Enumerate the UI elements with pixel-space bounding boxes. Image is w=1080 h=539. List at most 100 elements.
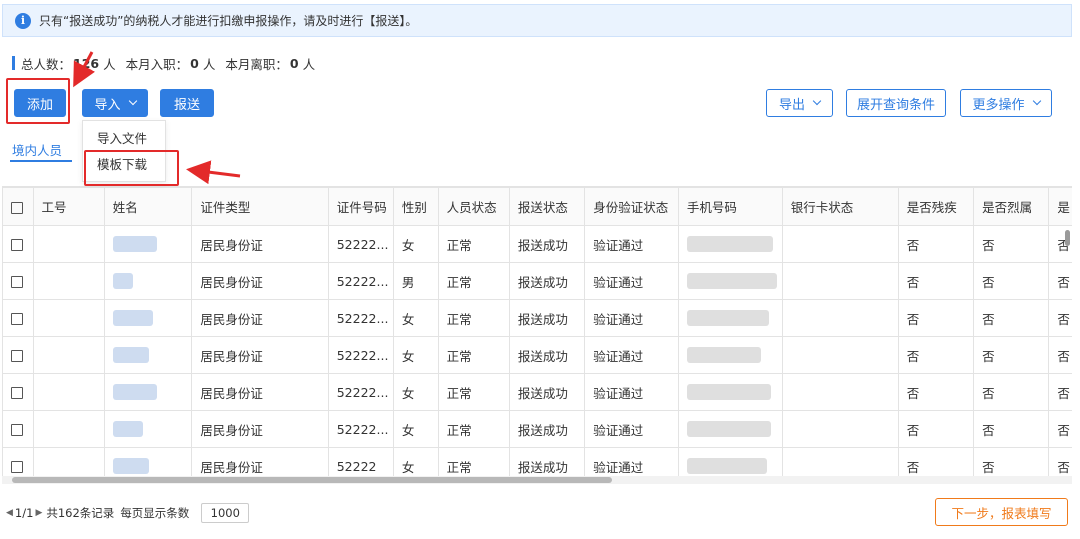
import-button[interactable]: 导入 xyxy=(82,89,148,117)
row-checkbox[interactable] xyxy=(2,336,34,374)
per-page-input[interactable]: 1000 xyxy=(201,503,250,523)
col-header[interactable]: 工号 xyxy=(32,187,105,226)
chevron-down-icon xyxy=(128,96,137,106)
triangle-right-icon[interactable]: ▶ xyxy=(35,508,42,518)
cell-staff-status: 正常 xyxy=(437,447,510,476)
cell-name xyxy=(103,410,193,448)
col-header[interactable]: 报送状态 xyxy=(508,187,586,226)
cell-submit-status: 报送成功 xyxy=(508,336,586,374)
cell-verify-status: 验证通过 xyxy=(584,447,679,476)
col-header[interactable]: 姓名 xyxy=(103,187,193,226)
cell-staff-status: 正常 xyxy=(437,373,510,411)
tab-domestic-staff[interactable]: 境内人员 xyxy=(12,140,62,159)
cell-bank-card-status xyxy=(781,225,899,263)
cell-submit-status: 报送成功 xyxy=(508,373,586,411)
table-row[interactable]: 居民身份证 52222... 女正常 报送成功 验证通过否否否 xyxy=(2,299,1072,337)
export-button[interactable]: 导出 xyxy=(766,89,833,117)
cell-gender: 女 xyxy=(392,299,439,337)
col-header[interactable]: 是否残疾 xyxy=(897,187,975,226)
cell-id-number: 52222... xyxy=(327,299,394,337)
table-row[interactable]: 居民身份证 52222... 女正常 报送成功 验证通过否否否 xyxy=(2,410,1072,448)
col-header[interactable]: 证件号码 xyxy=(327,187,394,226)
cell-id-type: 居民身份证 xyxy=(191,447,329,476)
redacted-phone xyxy=(686,273,777,290)
horizontal-scrollbar[interactable] xyxy=(2,476,1072,484)
export-label: 导出 xyxy=(778,97,805,113)
redacted-name xyxy=(112,421,143,438)
redacted-name xyxy=(112,310,153,327)
cell-id-type: 居民身份证 xyxy=(191,262,329,300)
cell-employee-no xyxy=(32,373,105,411)
cell-disabled: 否 xyxy=(897,336,975,374)
cell-id-number: 52222... xyxy=(327,336,394,374)
cell-employee-no xyxy=(32,299,105,337)
cell-disabled: 否 xyxy=(897,447,975,476)
notice-text: 只有“报送成功”的纳税人才能进行扣缴申报操作，请及时进行【报送】。 xyxy=(39,14,418,28)
cell-id-number: 52222... xyxy=(327,225,394,263)
select-all-checkbox[interactable] xyxy=(2,187,34,226)
menu-item-template-download[interactable]: 模板下载 xyxy=(83,152,165,178)
checkbox-icon xyxy=(11,313,23,325)
cell-phone xyxy=(677,410,783,448)
redacted-name xyxy=(112,347,149,364)
cell-id-type: 居民身份证 xyxy=(191,225,329,263)
cell-name xyxy=(103,299,193,337)
redacted-phone xyxy=(686,458,767,475)
cell-name xyxy=(103,225,193,263)
row-checkbox[interactable] xyxy=(2,262,34,300)
col-header[interactable]: 证件类型 xyxy=(191,187,329,226)
col-header[interactable]: 手机号码 xyxy=(677,187,783,226)
cell-phone xyxy=(677,336,783,374)
cell-name xyxy=(103,336,193,374)
table-row[interactable]: 居民身份证 52222... 男正常 报送成功 验证通过否否否 xyxy=(2,262,1072,300)
table-row[interactable]: 居民身份证 52222... 女正常 报送成功 验证通过否否否 xyxy=(2,373,1072,411)
cell-id-number: 52222 xyxy=(327,447,394,476)
col-header[interactable]: 是否烈属 xyxy=(973,187,1050,226)
col-header[interactable]: 身份验证状态 xyxy=(584,187,679,226)
table-row[interactable]: 居民身份证 52222... 女正常 报送成功 验证通过否否否 xyxy=(2,336,1072,374)
cell-id-type: 居民身份证 xyxy=(191,373,329,411)
next-step-button[interactable]: 下一步，报表填写 xyxy=(935,498,1068,526)
redacted-phone xyxy=(686,421,771,438)
menu-item-import-file[interactable]: 导入文件 xyxy=(83,126,165,152)
row-checkbox[interactable] xyxy=(2,447,34,476)
leave-value: 0 xyxy=(289,55,299,71)
row-checkbox[interactable] xyxy=(2,373,34,411)
col-header[interactable]: 人员状态 xyxy=(437,187,510,226)
redacted-phone xyxy=(686,236,773,253)
more-actions-button[interactable]: 更多操作 xyxy=(960,89,1052,117)
col-header[interactable]: 是 xyxy=(1048,187,1072,226)
col-header[interactable]: 银行卡状态 xyxy=(781,187,899,226)
cell-verify-status: 验证通过 xyxy=(584,225,679,263)
table-row[interactable]: 居民身份证 52222 女正常 报送成功 验证通过否否否 xyxy=(2,447,1072,476)
pagination: ◀ 1/1 ▶ 共162条记录 每页显示条数 1000 xyxy=(6,503,250,523)
cell-phone xyxy=(677,299,783,337)
triangle-left-icon[interactable]: ◀ xyxy=(6,508,13,518)
row-checkbox[interactable] xyxy=(2,225,34,263)
cell-id-number: 52222... xyxy=(327,410,394,448)
checkbox-icon xyxy=(11,424,23,436)
cell-id-type: 居民身份证 xyxy=(191,410,329,448)
cell-employee-no xyxy=(32,262,105,300)
expand-query-button[interactable]: 展开查询条件 xyxy=(846,89,946,117)
vertical-scrollbar[interactable] xyxy=(1063,224,1072,469)
col-header[interactable]: 性别 xyxy=(392,187,439,226)
row-checkbox[interactable] xyxy=(2,410,34,448)
submit-button[interactable]: 报送 xyxy=(160,89,214,117)
chevron-down-icon xyxy=(812,96,822,106)
cell-submit-status: 报送成功 xyxy=(508,447,586,476)
checkbox-icon xyxy=(11,461,23,473)
vertical-scroll-thumb[interactable] xyxy=(1065,230,1070,246)
arrow-to-template-download xyxy=(186,160,241,185)
cell-id-number: 52222... xyxy=(327,262,394,300)
chevron-down-icon xyxy=(1032,96,1041,106)
join-unit: 人 xyxy=(202,56,216,72)
table-row[interactable]: 居民身份证 52222... 女正常 报送成功 验证通过否否否 xyxy=(2,225,1072,263)
redacted-name xyxy=(112,273,133,290)
import-label: 导入 xyxy=(94,97,121,113)
cell-bank-card-status xyxy=(781,299,899,337)
cell-phone xyxy=(677,447,783,476)
row-checkbox[interactable] xyxy=(2,299,34,337)
horizontal-scroll-thumb[interactable] xyxy=(12,477,612,483)
add-button[interactable]: 添加 xyxy=(14,89,66,117)
